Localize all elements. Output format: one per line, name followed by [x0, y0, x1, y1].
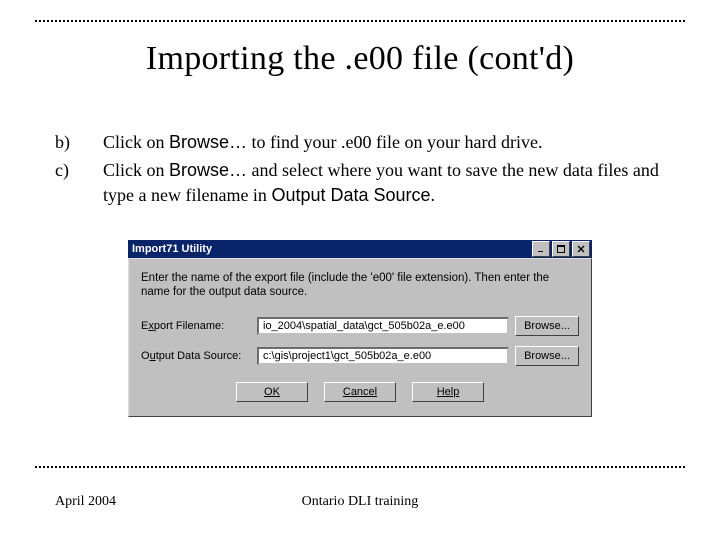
browse-output-button[interactable]: Browse...: [515, 346, 579, 366]
close-icon[interactable]: [572, 241, 590, 257]
minimize-icon[interactable]: [532, 241, 550, 257]
step-c: c) Click on Browse… and select where you…: [55, 158, 665, 207]
export-filename-row: Export Filename: Browse...: [141, 316, 579, 336]
step-b-text: Click on Browse… to find your .e00 file …: [103, 130, 665, 154]
step-b-letter: b): [55, 130, 103, 154]
step-c-letter: c): [55, 158, 103, 207]
export-filename-input[interactable]: [257, 317, 509, 335]
browse-keyword: Browse…: [169, 132, 247, 152]
output-data-source-row: Output Data Source: Browse...: [141, 346, 579, 366]
output-data-source-label: Output Data Source:: [141, 350, 251, 362]
dialog-caption: Import71 Utility: [132, 243, 532, 255]
dialog-titlebar[interactable]: Import71 Utility: [128, 240, 592, 258]
body-text: b) Click on Browse… to find your .e00 fi…: [55, 130, 665, 211]
dialog-body: Enter the name of the export file (inclu…: [128, 258, 592, 417]
output-data-source-input[interactable]: [257, 347, 509, 365]
browse-export-button[interactable]: Browse...: [515, 316, 579, 336]
cancel-button[interactable]: Cancel: [324, 382, 396, 402]
browse-keyword: Browse…: [169, 160, 247, 180]
dialog-button-row: OK Cancel Help: [141, 382, 579, 402]
maximize-icon[interactable]: [552, 241, 570, 257]
top-rule: [35, 20, 685, 22]
step-c-text: Click on Browse… and select where you wa…: [103, 158, 665, 207]
bottom-rule: [35, 466, 685, 468]
step-b: b) Click on Browse… to find your .e00 fi…: [55, 130, 665, 154]
output-data-source-keyword: Output Data Source: [271, 185, 430, 205]
dialog-instruction: Enter the name of the export file (inclu…: [141, 271, 579, 300]
import71-dialog: Import71 Utility Enter the name of the e…: [128, 240, 592, 417]
slide: Importing the .e00 file (cont'd) b) Clic…: [0, 0, 720, 540]
slide-title: Importing the .e00 file (cont'd): [0, 40, 720, 78]
ok-button[interactable]: OK: [236, 382, 308, 402]
footer: April 2004 Ontario DLI training .: [0, 494, 720, 510]
help-button[interactable]: Help: [412, 382, 484, 402]
export-filename-label: Export Filename:: [141, 320, 251, 332]
footer-center: Ontario DLI training: [0, 494, 720, 510]
